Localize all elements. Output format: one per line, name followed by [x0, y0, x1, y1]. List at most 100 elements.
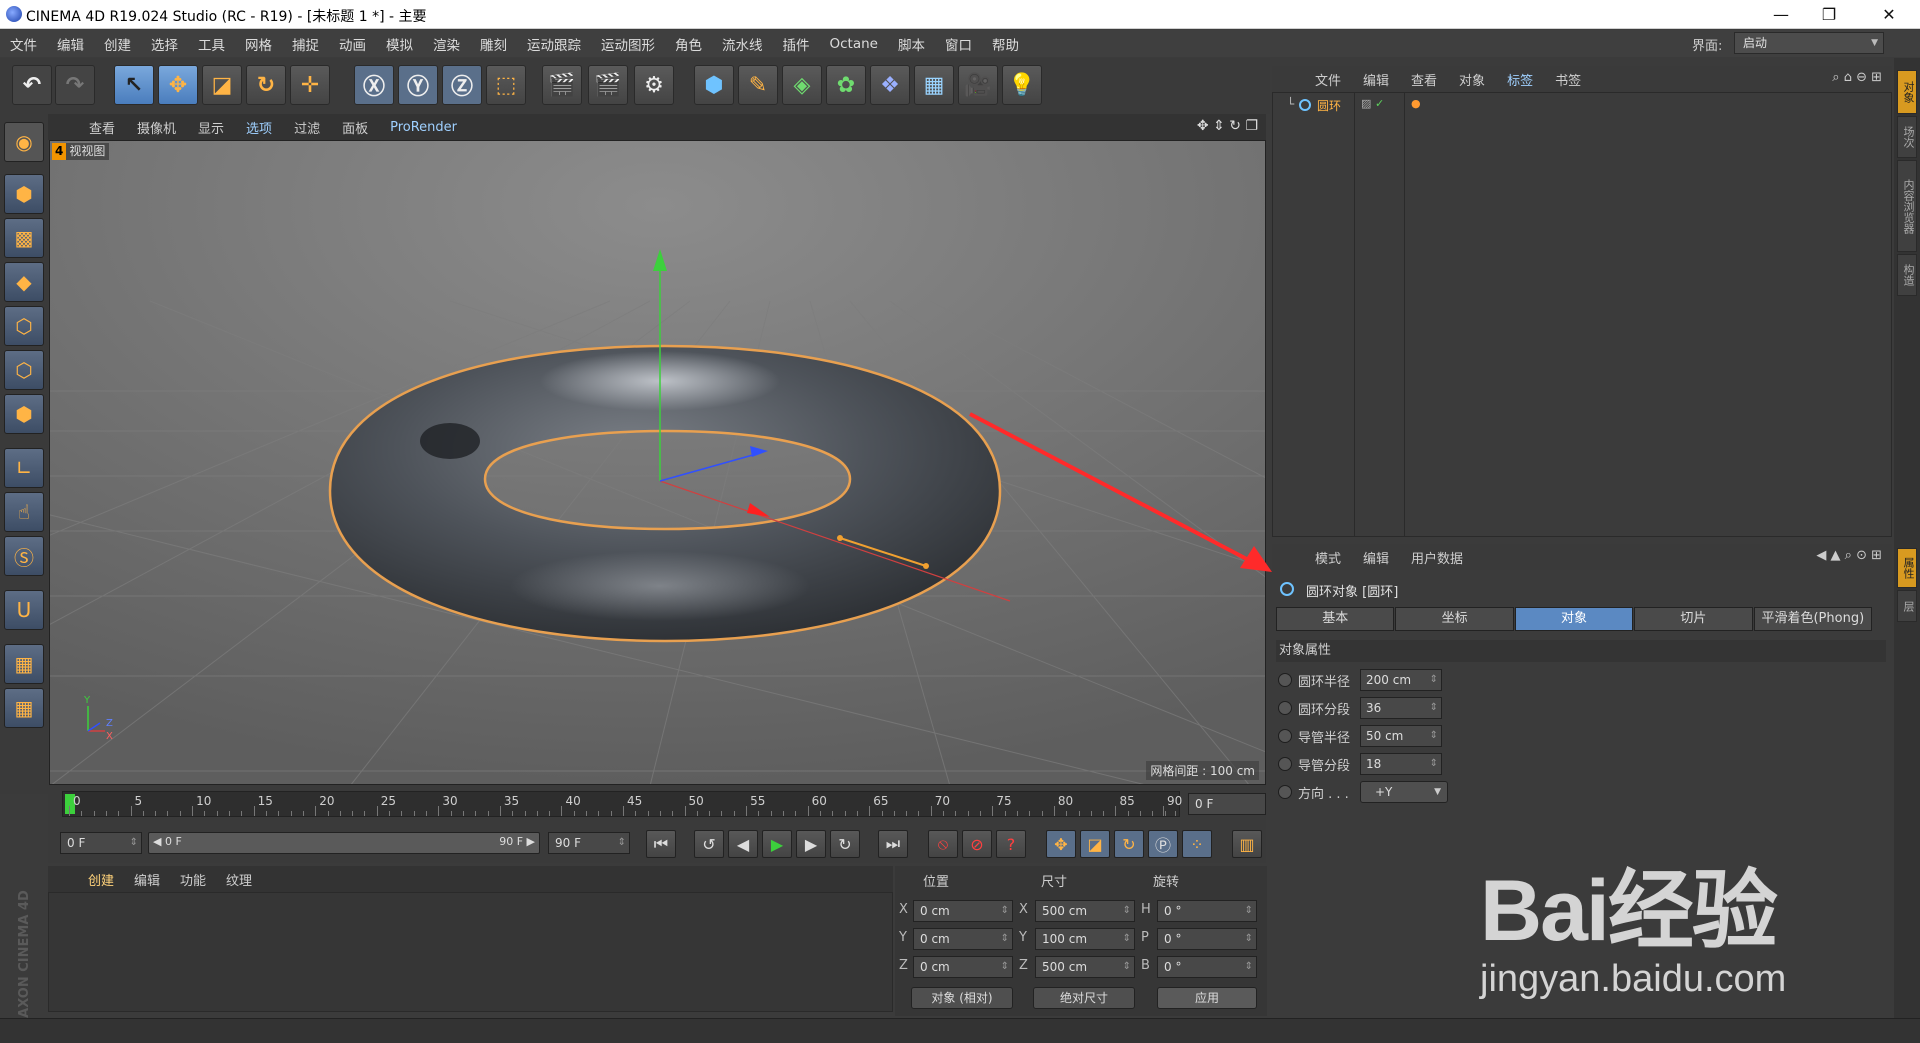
object-row-torus[interactable]: └ 圆环 ▨ ✓ ● — [1273, 97, 1893, 115]
phong-tag-icon[interactable]: ● — [1411, 97, 1421, 110]
next-keyframe-icon[interactable]: ↻ — [830, 830, 860, 858]
material-menu-function[interactable]: 功能 — [170, 870, 216, 889]
prop-anim-radio[interactable] — [1278, 785, 1292, 799]
edges-mode-icon[interactable]: ⬡ — [4, 350, 44, 390]
side-tab-attributes[interactable]: 属性 — [1897, 548, 1917, 588]
workplane-align-icon[interactable]: ▦ — [4, 688, 44, 728]
viewport-menu-prorender[interactable]: ProRender — [379, 120, 468, 135]
menu-mesh[interactable]: 网格 — [235, 34, 282, 54]
position-y-field[interactable]: 0 cm — [913, 928, 1013, 950]
rotate-icon[interactable]: ↻ — [246, 65, 286, 105]
viewport-menu-filter[interactable]: 过滤 — [283, 118, 331, 137]
key-scale-icon[interactable]: ◪ — [1080, 830, 1110, 858]
render-picture-viewer-icon[interactable]: 🎬 — [588, 65, 628, 105]
enabled-check-icon[interactable]: ✓ — [1375, 97, 1384, 110]
prop-anim-radio[interactable] — [1278, 673, 1292, 687]
goto-start-icon[interactable]: ⏮ — [646, 830, 676, 858]
visibility-toggle-icon[interactable]: ▨ — [1361, 97, 1371, 110]
viewport-menu-display[interactable]: 显示 — [187, 118, 235, 137]
solo-mode-icon[interactable]: Ⓢ — [4, 536, 44, 576]
maximize-button[interactable]: ❐ — [1806, 0, 1852, 29]
am-tab-coord[interactable]: 坐标 — [1395, 607, 1514, 631]
side-tab-content-browser[interactable]: 内容浏览器 — [1897, 160, 1917, 252]
recent-tool-icon[interactable]: ✛ — [290, 65, 330, 105]
prop-anim-radio[interactable] — [1278, 757, 1292, 771]
make-editable-icon[interactable]: ◉ — [4, 122, 44, 162]
start-frame-field[interactable]: 0 F — [60, 832, 142, 854]
render-view-icon[interactable]: 🎬 — [542, 65, 582, 105]
am-menu-user-data[interactable]: 用户数据 — [1400, 548, 1474, 567]
viewport-menu-panel[interactable]: 面板 — [331, 118, 379, 137]
rotation-b-field[interactable]: 0 ° — [1157, 956, 1257, 978]
object-manager-list[interactable]: └ 圆环 ▨ ✓ ● — [1272, 92, 1892, 537]
material-menu-edit[interactable]: 编辑 — [124, 870, 170, 889]
orientation-dropdown[interactable]: +Y — [1360, 781, 1448, 803]
prop-anim-radio[interactable] — [1278, 701, 1292, 715]
record-keys-icon[interactable]: ⦸ — [928, 830, 958, 858]
menu-plugins[interactable]: 插件 — [773, 34, 820, 54]
layout-select[interactable]: 启动 — [1734, 32, 1884, 54]
am-tab-object[interactable]: 对象 — [1514, 607, 1634, 631]
pen-spline-icon[interactable]: ✎ — [738, 65, 778, 105]
material-menu-texture[interactable]: 纹理 — [216, 870, 262, 889]
key-parameter-icon[interactable]: Ⓟ — [1148, 830, 1178, 858]
menu-motion-tracking[interactable]: 运动跟踪 — [517, 34, 591, 54]
side-tab-objects[interactable]: 对象 — [1897, 70, 1917, 114]
side-tab-structure[interactable]: 构造 — [1897, 254, 1917, 296]
rotation-h-field[interactable]: 0 ° — [1157, 900, 1257, 922]
am-menu-edit[interactable]: 编辑 — [1352, 548, 1400, 567]
render-settings-icon[interactable]: ⚙ — [634, 65, 674, 105]
menu-window[interactable]: 窗口 — [935, 34, 982, 54]
menu-edit[interactable]: 编辑 — [47, 34, 94, 54]
workplane-mode-icon[interactable]: ◆ — [4, 262, 44, 302]
close-button[interactable]: ✕ — [1866, 0, 1912, 29]
model-mode-icon[interactable]: ⬢ — [4, 174, 44, 214]
menu-snap[interactable]: 捕捉 — [282, 34, 329, 54]
scale-icon[interactable]: ◪ — [202, 65, 242, 105]
size-y-field[interactable]: 100 cm — [1035, 928, 1135, 950]
menu-select[interactable]: 选择 — [141, 34, 188, 54]
camera-icon[interactable]: 🎥 — [958, 65, 998, 105]
menu-render[interactable]: 渲染 — [423, 34, 470, 54]
side-tab-takes[interactable]: 场次 — [1897, 116, 1917, 158]
points-mode-icon[interactable]: ⬡ — [4, 306, 44, 346]
timeline-ruler[interactable]: 0 5 10 15 20 25 30 35 40 45 50 55 60 65 70 75 80 85 90 — [62, 791, 1182, 817]
pipe-radius-field[interactable]: 50 cm — [1360, 725, 1442, 747]
am-nav-icons[interactable]: ◀ ▲ ⌕ ⊙ ⊞ — [1816, 548, 1882, 563]
goto-end-icon[interactable]: ⏭ — [878, 830, 908, 858]
coord-mode-dropdown[interactable]: 对象 (相对) — [911, 987, 1013, 1009]
texture-mode-icon[interactable]: ▩ — [4, 218, 44, 258]
menu-character[interactable]: 角色 — [665, 34, 712, 54]
object-name[interactable]: 圆环 — [1317, 97, 1341, 114]
om-menu-tags[interactable]: 标签 — [1496, 70, 1544, 89]
position-x-field[interactable]: 0 cm — [913, 900, 1013, 922]
axis-z-icon[interactable]: Ⓩ — [442, 65, 482, 105]
viewport-menu-options[interactable]: 选项 — [235, 118, 283, 137]
next-frame-icon[interactable]: ▶ — [796, 830, 826, 858]
size-z-field[interactable]: 500 cm — [1035, 956, 1135, 978]
deformer-icon[interactable]: ❖ — [870, 65, 910, 105]
side-tab-layers[interactable]: 层 — [1897, 590, 1917, 622]
rotation-p-field[interactable]: 0 ° — [1157, 928, 1257, 950]
am-tab-phong[interactable]: 平滑着色(Phong) — [1753, 607, 1873, 631]
key-position-icon[interactable]: ✥ — [1046, 830, 1076, 858]
am-tab-slice[interactable]: 切片 — [1634, 607, 1753, 631]
prev-frame-icon[interactable]: ◀ — [728, 830, 758, 858]
timeline-window-icon[interactable]: ▥ — [1232, 830, 1262, 858]
om-menu-view[interactable]: 查看 — [1400, 70, 1448, 89]
key-rotation-icon[interactable]: ↻ — [1114, 830, 1144, 858]
snap-icon[interactable]: U — [4, 590, 44, 630]
end-frame-field[interactable]: 90 F — [548, 832, 630, 854]
minimize-button[interactable]: — — [1758, 0, 1804, 29]
menu-help[interactable]: 帮助 — [982, 34, 1029, 54]
size-mode-dropdown[interactable]: 绝对尺寸 — [1033, 987, 1135, 1009]
menu-file[interactable]: 文件 — [6, 34, 47, 54]
coordinate-system-icon[interactable]: ⬚ — [486, 65, 526, 105]
om-search-home-icons[interactable]: ⌕ ⌂ ⊖ ⊞ — [1832, 70, 1882, 85]
menu-script[interactable]: 脚本 — [888, 34, 935, 54]
workplane-lock-icon[interactable]: ▦ — [4, 644, 44, 684]
om-menu-edit[interactable]: 编辑 — [1352, 70, 1400, 89]
undo-icon[interactable]: ↶ — [12, 65, 52, 105]
play-icon[interactable]: ▶ — [762, 830, 792, 858]
position-z-field[interactable]: 0 cm — [913, 956, 1013, 978]
